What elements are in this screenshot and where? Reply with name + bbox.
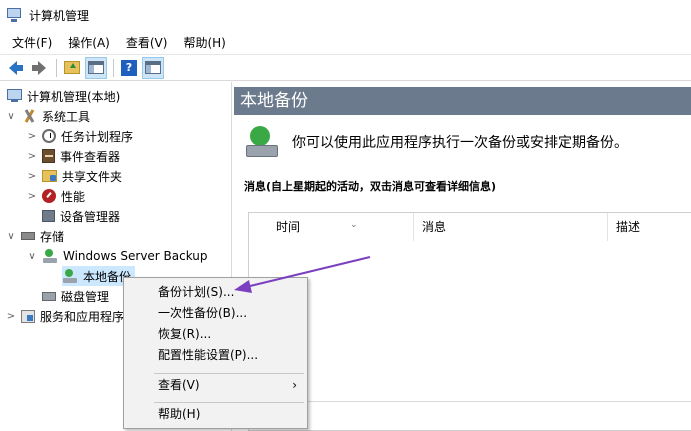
tree-item-label: 事件查看器 [60, 149, 121, 164]
back-icon [9, 60, 23, 75]
shared-folder-icon [42, 170, 57, 182]
tree-item-label: 共享文件夹 [62, 169, 123, 184]
tree-item-disk-management[interactable]: 磁盘管理 [42, 286, 109, 306]
tree-item-device-manager[interactable]: 设备管理器 [42, 206, 120, 226]
messages-title: 消息(自上星期起的活动，双击消息可查看详细信息) [244, 180, 497, 193]
tree-item-label: 服务和应用程序 [40, 309, 125, 324]
forward-button[interactable] [28, 57, 50, 79]
backup-icon [244, 125, 278, 159]
messages-table: 时间 ⌄ 消息 描述 [248, 212, 691, 431]
up-one-level-button[interactable] [61, 57, 83, 79]
menu-item-configure-performance[interactable]: 配置性能设置(P)... [124, 345, 307, 366]
show-hide-tree-icon [88, 61, 104, 74]
tree-item-system-tools[interactable]: ∨ 系统工具 [6, 106, 90, 126]
tree-item-shared-folders[interactable]: > 共享文件夹 [27, 166, 122, 186]
tree-item-label: Windows Server Backup [63, 249, 208, 263]
menu-item-backup-once[interactable]: 一次性备份(B)... [124, 303, 307, 324]
performance-icon [42, 189, 56, 203]
tree-item-windows-server-backup[interactable]: ∨ Windows Server Backup [27, 246, 208, 266]
table-header: 时间 ⌄ 消息 描述 [249, 213, 691, 241]
sort-icon: ⌄ [350, 220, 358, 230]
submenu-arrow-icon: › [292, 378, 297, 392]
tree-item-label: 任务计划程序 [61, 129, 134, 144]
column-header-time[interactable]: 时间 ⌄ [249, 213, 414, 241]
tree-item-performance[interactable]: > 性能 [27, 186, 85, 206]
show-action-pane-icon [145, 61, 161, 74]
collapse-icon[interactable]: > [6, 311, 16, 322]
title-bar: 计算机管理 [0, 0, 691, 30]
expand-icon[interactable]: ∨ [27, 251, 37, 262]
tools-icon [21, 108, 37, 124]
column-header-message[interactable]: 消息 [414, 213, 608, 241]
toolbar-separator [56, 58, 57, 77]
menu-file[interactable]: 文件(F) [4, 32, 60, 54]
collapse-icon[interactable]: > [27, 151, 37, 162]
intro-text: 你可以使用此应用程序执行一次备份或安排定期备份。 [292, 135, 628, 151]
menu-item-view[interactable]: 查看(V) › [124, 375, 307, 396]
device-manager-icon [42, 210, 55, 222]
menu-help[interactable]: 帮助(H) [175, 32, 233, 54]
tree-item-label: 设备管理器 [60, 209, 121, 224]
help-icon: ? [121, 59, 137, 76]
collapse-icon[interactable]: > [27, 191, 37, 202]
menu-separator [154, 402, 304, 403]
intro-section: 你可以使用此应用程序执行一次备份或安排定期备份。 [244, 120, 628, 164]
backup-icon [62, 268, 78, 284]
menu-item-backup-schedule[interactable]: 备份计划(S)... [124, 282, 307, 303]
toolbar: ? [0, 54, 691, 81]
menu-view[interactable]: 查看(V) [118, 32, 176, 54]
toolbar-separator [113, 58, 114, 77]
tree-item-label: 性能 [61, 189, 86, 204]
tree-item-task-scheduler[interactable]: > 任务计划程序 [27, 126, 133, 146]
storage-icon [21, 232, 35, 240]
menu-action[interactable]: 操作(A) [60, 32, 118, 54]
computer-management-icon [6, 7, 22, 23]
backup-icon [42, 248, 58, 264]
expand-icon[interactable]: ∨ [6, 111, 16, 122]
tree-item-services-and-applications[interactable]: > 服务和应用程序 [6, 306, 124, 326]
menu-separator [154, 373, 304, 374]
tree-item-label: 磁盘管理 [61, 289, 110, 304]
tree-item-event-viewer[interactable]: > 事件查看器 [27, 146, 120, 166]
back-button[interactable] [4, 57, 26, 79]
column-header-description[interactable]: 描述 [608, 213, 691, 241]
page-title: 本地备份 [234, 87, 691, 115]
expand-icon[interactable]: ∨ [6, 231, 16, 242]
computer-icon [6, 88, 22, 104]
menu-item-label: 查看(V) [158, 378, 200, 392]
help-button[interactable]: ? [118, 57, 140, 79]
services-icon [21, 309, 35, 323]
up-folder-icon [64, 61, 80, 74]
disk-icon [42, 291, 56, 301]
menu-bar: 文件(F) 操作(A) 查看(V) 帮助(H) [0, 31, 691, 54]
clock-icon [42, 129, 56, 143]
event-viewer-icon [42, 149, 55, 163]
collapse-icon[interactable]: > [27, 171, 37, 182]
show-action-pane-button[interactable] [142, 56, 164, 79]
context-menu: 备份计划(S)... 一次性备份(B)... 恢复(R)... 配置性能设置(P… [123, 277, 308, 429]
tree-item-computer-management[interactable]: 计算机管理(本地) [6, 86, 120, 106]
tree-item-label: 系统工具 [42, 109, 91, 124]
forward-icon [32, 60, 46, 75]
tree-item-label: 存储 [40, 229, 65, 244]
menu-item-recover[interactable]: 恢复(R)... [124, 324, 307, 345]
collapse-icon[interactable]: > [27, 131, 37, 142]
tree-item-label: 计算机管理(本地) [27, 89, 121, 104]
show-hide-tree-button[interactable] [85, 56, 107, 79]
menu-item-help[interactable]: 帮助(H) [124, 404, 307, 425]
tree-item-storage[interactable]: ∨ 存储 [6, 226, 64, 246]
window-title: 计算机管理 [29, 8, 90, 23]
